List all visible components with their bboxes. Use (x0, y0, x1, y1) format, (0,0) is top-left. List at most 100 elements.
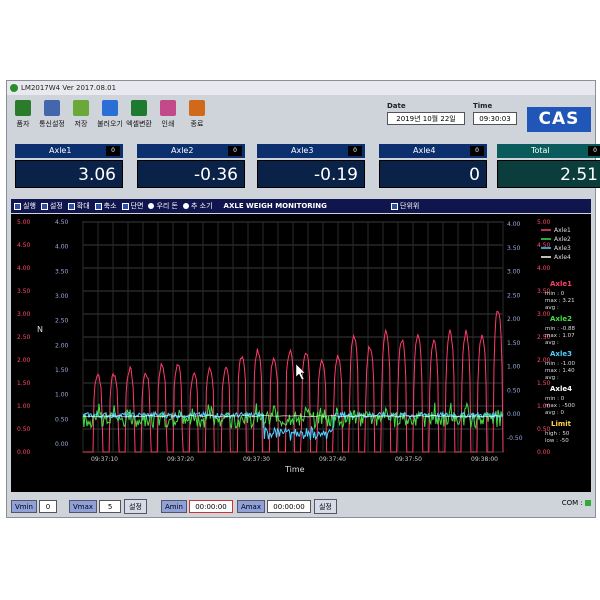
amin-label: Amin (160, 499, 187, 513)
com-status: COM : (562, 499, 591, 507)
y-tick-left-outer: 0.00 (17, 449, 31, 456)
side-stat-title: Limit (551, 420, 572, 428)
toolbar-button-2[interactable]: 저장 (67, 98, 95, 136)
card-zero-badge[interactable]: 0 (588, 146, 600, 156)
y-tick-right-outer: 0.00 (537, 449, 551, 456)
radio-icon (183, 203, 189, 209)
vmin-input[interactable]: 0 (39, 499, 57, 513)
excel-icon (131, 100, 147, 116)
y-axis-label: N (37, 325, 43, 334)
card-axle3: Axle3 0 -0.19 (257, 144, 365, 190)
toolbar-button-label: 통신설정 (39, 120, 65, 128)
radio-option-1[interactable]: 우리 돈 (148, 199, 178, 213)
card-axle4: Axle4 0 0 (379, 144, 487, 190)
chart-toolbar: 실행 설정 확대 축소 단면 우리 돈 추 소기 AXLE WEIGH MONI… (11, 199, 591, 213)
checkbox-icon (14, 202, 21, 210)
y-tick-right-inner: 3.00 (507, 269, 521, 276)
checkbox-icon (391, 202, 398, 210)
chart-title: AXLE WEIGH MONITORING (223, 202, 327, 210)
setup-check[interactable]: 설정 (40, 199, 63, 213)
y-tick-left-inner: 4.50 (55, 219, 69, 226)
y-tick-left-outer: 3.50 (17, 288, 31, 295)
vmin-label: Vmin (11, 499, 37, 513)
toolbar-button-3[interactable]: 불러오기 (96, 98, 124, 136)
y-tick-left-outer: 1.50 (17, 380, 31, 387)
side-stat-line: max : 1.07 (545, 333, 575, 339)
checkbox-icon (94, 202, 102, 210)
side-stat-title: Axle2 (550, 315, 572, 323)
card-zero-badge[interactable]: 0 (348, 146, 362, 156)
y-tick-right-inner: 1.50 (507, 340, 521, 347)
open-icon (102, 100, 118, 116)
toolbar-button-label: 품자 (16, 120, 30, 128)
y-tick-right-outer: 3.00 (537, 311, 551, 318)
amax-input[interactable]: 00:00:00 (266, 499, 311, 513)
side-stat-line: low : -50 (545, 438, 569, 444)
side-stat-line: avg : (545, 375, 559, 381)
toolbar-button-1[interactable]: 통신설정 (38, 98, 66, 136)
legend-entry: Axle3 (554, 245, 571, 252)
y-tick-left-inner: 1.00 (55, 392, 69, 399)
amin-input[interactable]: 00:00:00 (188, 499, 233, 513)
x-tick: 09:37:40 (319, 456, 346, 463)
side-stat-line: max : 1.40 (545, 368, 575, 374)
vrange-apply-button[interactable]: 설정 (124, 498, 147, 514)
y-tick-right-inner: 1.00 (507, 364, 521, 371)
card-value: 0 (379, 160, 487, 188)
y-tick-right-inner: 4.00 (507, 221, 521, 228)
side-stat-line: avg : (545, 305, 559, 311)
toolbar-button-5[interactable]: 인쇄 (154, 98, 182, 136)
card-axle1: Axle1 0 3.06 (15, 144, 123, 190)
chart-area[interactable]: 0.00 0.50 1.00 1.50 2.00 2.50 3.00 3.50 4.00 4.50… (11, 214, 591, 492)
toolbar-button-label: 저장 (74, 120, 88, 128)
x-tick: 09:37:10 (91, 456, 118, 463)
radio-option-2[interactable]: 추 소기 (183, 199, 213, 213)
x-tick: 09:37:20 (167, 456, 194, 463)
date-label: Date (387, 102, 406, 110)
zoom-out-check[interactable]: 축소 (94, 199, 117, 213)
time-panel: Time 09:30:03 (473, 102, 517, 125)
x-axis-label: Time (284, 465, 305, 474)
y-tick-right-inner: 3.50 (507, 245, 521, 252)
app-icon (10, 84, 18, 92)
cas-logo: CAS (527, 107, 591, 132)
card-zero-badge[interactable]: 0 (106, 146, 120, 156)
card-value: 2.51 (497, 160, 600, 188)
time-value: 09:30:03 (473, 112, 517, 125)
radio-icon (148, 203, 155, 209)
y-tick-right-inner: -0.50 (507, 435, 523, 442)
card-label: Axle2 0 (137, 144, 245, 158)
vmax-input[interactable]: 5 (99, 499, 122, 513)
side-stat-line: high : 50 (545, 431, 570, 437)
vmax-label: Vmax (69, 499, 98, 513)
y-tick-left-inner: 0.50 (55, 416, 69, 423)
y-tick-left-inner: 0.00 (55, 441, 69, 448)
card-label: Axle3 0 (257, 144, 365, 158)
section-check[interactable]: 단면 (121, 199, 143, 213)
x-tick: 09:38:00 (471, 456, 498, 463)
side-stat-title: Axle3 (550, 350, 572, 358)
toolbar-button-4[interactable]: 엑셀변환 (125, 98, 153, 136)
side-stat-title: Axle4 (550, 385, 572, 393)
legend-entry: Axle1 (554, 227, 571, 234)
main-toolbar: 품자 통신설정 저장 불러오기 엑셀변환 인쇄 종료 (9, 98, 212, 136)
network-icon (44, 100, 60, 116)
arange-apply-button[interactable]: 실정 (313, 498, 337, 514)
x-tick: 09:37:50 (395, 456, 422, 463)
card-label: Axle1 0 (15, 144, 123, 158)
y-tick-left-outer: 4.00 (17, 265, 31, 272)
time-label: Time (473, 102, 493, 110)
zoom-in-check[interactable]: 확대 (67, 199, 90, 213)
status-led-icon (585, 500, 591, 506)
title-bar: LM2017W4 Ver 2017.08.01 (7, 81, 595, 95)
y-tick-left-outer: 2.50 (17, 334, 31, 341)
toolbar-button-0[interactable]: 품자 (9, 98, 37, 136)
card-zero-badge[interactable]: 0 (470, 146, 484, 156)
unit-check[interactable]: 단위위 (391, 199, 419, 213)
toolbar-button-label: 인쇄 (161, 120, 175, 128)
side-stat-line: min : 0 (545, 396, 565, 402)
card-zero-badge[interactable]: 0 (228, 146, 242, 156)
run-check[interactable]: 실행 (14, 199, 36, 213)
toolbar-button-6[interactable]: 종료 (183, 98, 211, 136)
toolbar-button-label: 엑셀변환 (126, 120, 152, 128)
